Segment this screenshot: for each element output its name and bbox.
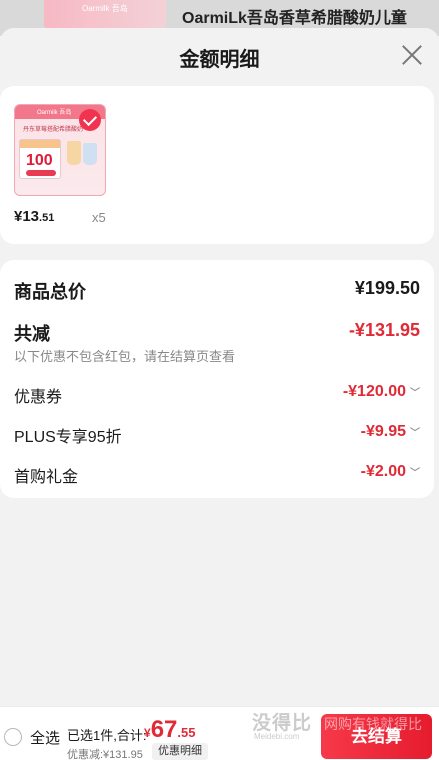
sheet-header: 金额明细 — [0, 28, 439, 84]
summary-card: 商品总价 ¥199.50 共减 -¥131.95 以下优惠不包含红包，请在结算页… — [0, 260, 434, 498]
chevron-down-icon[interactable]: ﹀ — [410, 384, 420, 399]
saved-amount-text: 优惠减:¥131.95 — [67, 749, 143, 760]
discount-item-value: -¥2.00 — [360, 463, 406, 480]
product-price-dec: .51 — [39, 212, 55, 224]
discount-item-label: 优惠券 — [14, 389, 63, 406]
thumb-headline: 丹东草莓搭配希腊酸奶 — [23, 127, 84, 133]
chevron-down-icon[interactable]: ﹀ — [410, 464, 420, 479]
checkmark-icon[interactable] — [79, 109, 101, 131]
background-product-thumbnail: Oarmilk 吾岛 — [44, 0, 166, 30]
close-icon[interactable] — [399, 42, 425, 68]
background-product-title: OarmiLk吾岛香草希腊酸奶儿童 — [182, 10, 407, 27]
checkout-button[interactable]: 去结算 — [321, 714, 432, 759]
discount-item-label: PLUS专享95折 — [14, 429, 122, 446]
product-price-int: ¥13 — [14, 208, 40, 225]
total-currency-symbol: ¥ — [144, 726, 151, 740]
chevron-down-icon[interactable]: ﹀ — [410, 424, 420, 439]
select-all-label[interactable]: 全选 — [30, 727, 60, 748]
total-amount-int: 67 — [150, 716, 178, 743]
product-price: ¥13.51 — [14, 208, 54, 225]
select-all-radio[interactable] — [4, 728, 22, 746]
thumb-coupon-value: 100 — [26, 152, 53, 169]
selected-count-text: 已选1件,合计: — [67, 728, 147, 743]
discount-note: 以下优惠不包含红包，请在结算页查看 — [14, 349, 236, 364]
discount-item-label: 首购礼金 — [14, 469, 79, 486]
discount-item-value: -¥9.95 — [360, 423, 406, 440]
yogurt-cup-icon — [67, 141, 81, 165]
background-thumb-brand: Oarmilk 吾岛 — [82, 4, 128, 13]
discount-total-value: -¥131.95 — [348, 320, 420, 340]
discount-detail-button[interactable]: 优惠明细 — [152, 743, 208, 760]
subtotal-value: ¥199.50 — [354, 278, 420, 298]
product-card: Oarmilk 吾岛 丹东草莓搭配希腊酸奶 100 ¥13.51 x5 — [0, 86, 434, 244]
sheet-title: 金额明细 — [179, 49, 260, 71]
discount-total-label: 共减 — [14, 324, 50, 344]
total-amount-dec: .55 — [177, 725, 196, 740]
thumb-coupon-badge: 100 — [19, 139, 61, 179]
total-amount: ¥67.55 — [144, 716, 195, 744]
discount-item-value: -¥120.00 — [342, 383, 406, 400]
yogurt-cup-icon — [83, 143, 97, 165]
product-quantity: x5 — [92, 210, 106, 225]
amount-detail-sheet: 金额明细 Oarmilk 吾岛 丹东草莓搭配希腊酸奶 100 ¥13.51 x5… — [0, 28, 439, 760]
checkout-bar: 全选 已选1件,合计: ¥67.55 优惠减:¥131.95 优惠明细 去结算 — [0, 706, 439, 760]
product-thumbnail[interactable]: Oarmilk 吾岛 丹东草莓搭配希腊酸奶 100 — [14, 104, 106, 196]
subtotal-label: 商品总价 — [14, 282, 86, 302]
thumb-brand: Oarmilk 吾岛 — [37, 110, 72, 116]
